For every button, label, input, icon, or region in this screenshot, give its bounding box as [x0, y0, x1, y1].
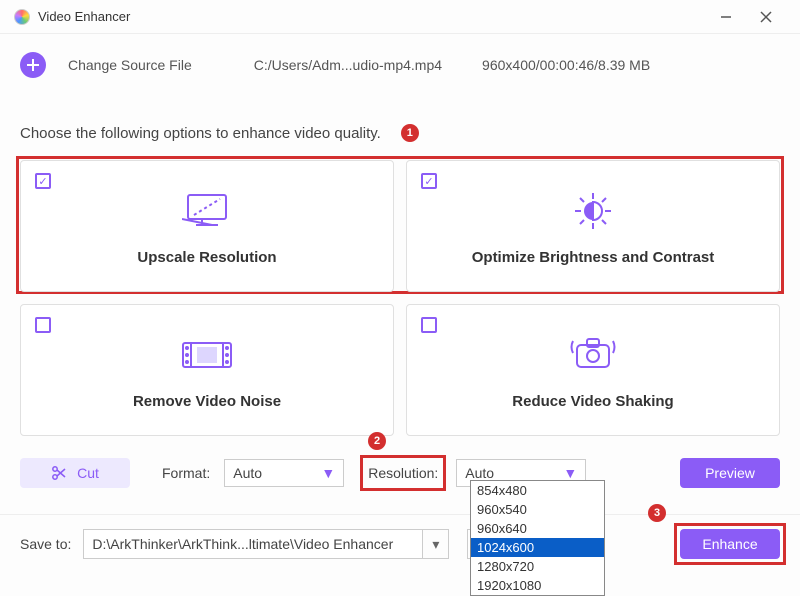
resolution-option[interactable]: 1024x600 [471, 538, 604, 557]
instruction-text: Choose the following options to enhance … [20, 125, 381, 142]
save-path-input[interactable]: D:\ArkThinker\ArkThink...ltimate\Video E… [83, 529, 423, 559]
enhance-label: Enhance [702, 536, 757, 552]
change-source-label[interactable]: Change Source File [68, 57, 192, 73]
checkbox-noise[interactable] [35, 317, 51, 333]
step-3-badge: 3 [648, 504, 666, 522]
chevron-down-icon: ▼ [563, 465, 577, 481]
preview-button[interactable]: Preview [680, 458, 780, 488]
cut-button[interactable]: Cut [20, 458, 130, 488]
window-title: Video Enhancer [38, 9, 130, 24]
save-row: Save to: D:\ArkThinker\ArkThink...ltimat… [0, 514, 800, 573]
checkbox-shaking[interactable] [421, 317, 437, 333]
preview-label: Preview [705, 465, 755, 481]
save-to-label: Save to: [20, 536, 71, 552]
close-button[interactable] [746, 3, 786, 31]
title-bar: Video Enhancer [0, 0, 800, 34]
option-shaking-label: Reduce Video Shaking [512, 393, 673, 410]
format-select[interactable]: Auto ▼ [224, 459, 344, 487]
resolution-label: Resolution: [368, 465, 438, 481]
format-label: Format: [162, 465, 210, 481]
resolution-value: Auto [465, 465, 494, 481]
upscale-icon [182, 187, 232, 235]
toolbar-row: Cut Format: Auto ▼ Resolution: Auto ▼ Pr… [20, 458, 780, 488]
brightness-icon [568, 187, 618, 235]
resolution-option[interactable]: 960x540 [471, 500, 604, 519]
scissors-icon [51, 465, 67, 481]
source-row: Change Source File C:/Users/Adm...udio-m… [20, 52, 780, 78]
resolution-option[interactable]: 854x480 [471, 481, 604, 500]
noise-icon [179, 331, 235, 379]
app-logo-icon [14, 9, 30, 25]
option-reduce-shaking[interactable]: Reduce Video Shaking [406, 304, 780, 436]
shaking-icon [565, 331, 621, 379]
option-optimize-brightness[interactable]: ✓ Optimize Brightness and Contrast [406, 160, 780, 292]
option-remove-noise[interactable]: Remove Video Noise [20, 304, 394, 436]
option-upscale-label: Upscale Resolution [137, 249, 276, 266]
option-upscale-resolution[interactable]: ✓ Upscale Resolution [20, 160, 394, 292]
enhance-button[interactable]: Enhance [680, 529, 780, 559]
option-noise-label: Remove Video Noise [133, 393, 281, 410]
enhance-options-grid: ✓ Upscale Resolution ✓ [20, 160, 780, 436]
cut-label: Cut [77, 465, 99, 481]
checkbox-upscale[interactable]: ✓ [35, 173, 51, 189]
step-2-badge: 2 [368, 432, 386, 450]
save-path-dropdown-button[interactable]: ▾ [423, 529, 449, 559]
save-path-value: D:\ArkThinker\ArkThink...ltimate\Video E… [92, 536, 393, 552]
option-optimize-label: Optimize Brightness and Contrast [472, 249, 715, 266]
checkbox-optimize[interactable]: ✓ [421, 173, 437, 189]
format-value: Auto [233, 465, 262, 481]
resolution-option[interactable]: 1280x720 [471, 557, 604, 576]
step-1-badge: 1 [401, 124, 419, 142]
source-path: C:/Users/Adm...udio-mp4.mp4 [254, 57, 442, 73]
minimize-button[interactable] [706, 3, 746, 31]
chevron-down-icon: ▼ [321, 465, 335, 481]
add-source-button[interactable] [20, 52, 46, 78]
resolution-option[interactable]: 960x640 [471, 519, 604, 538]
source-meta: 960x400/00:00:46/8.39 MB [482, 57, 650, 73]
